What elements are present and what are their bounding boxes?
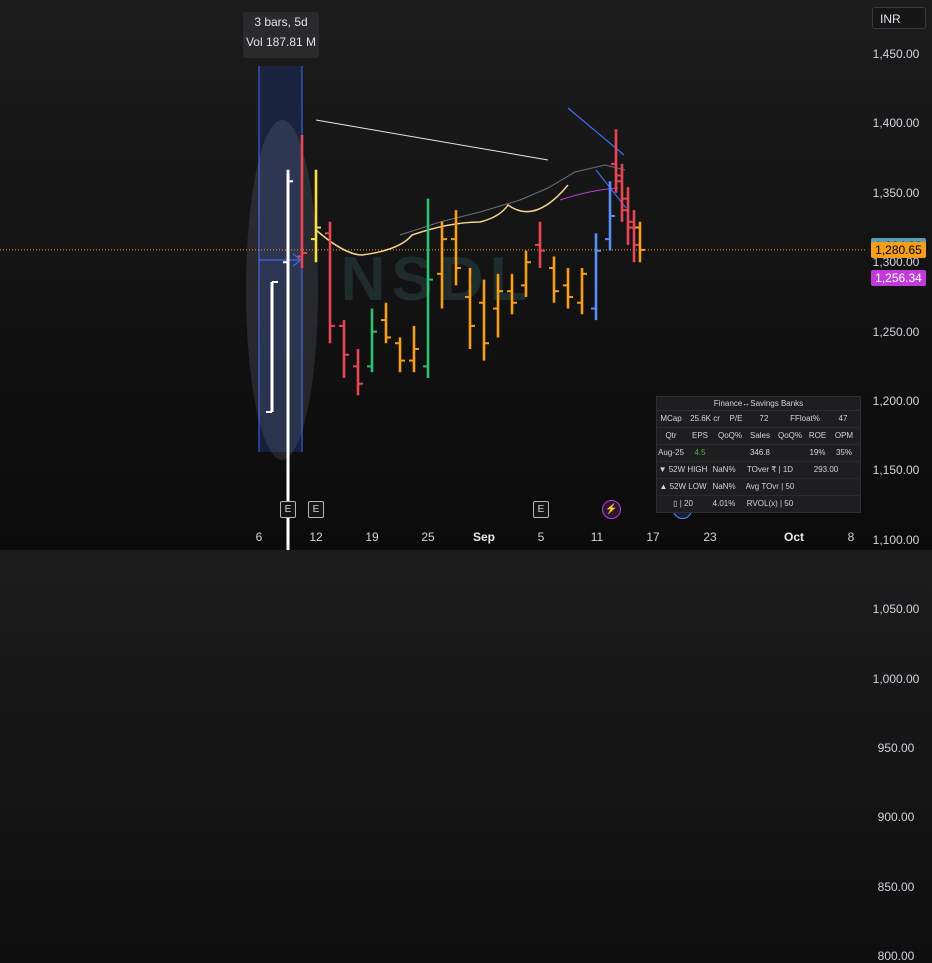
date-axis-label: Sep — [472, 530, 496, 544]
date-axis-label: 5 — [537, 530, 545, 544]
ohlc-bar[interactable] — [549, 256, 559, 303]
table-cell: 19% — [809, 448, 826, 457]
table-cell: QoQ% — [777, 431, 802, 440]
table-cell: 346.8 — [749, 448, 771, 457]
date-axis-label: Oct — [783, 530, 805, 544]
table-cell — [715, 445, 745, 461]
ohlc-bar[interactable] — [535, 221, 545, 269]
table-row: ▯ | 20 4.01% RVOL(x) | 50 — [657, 496, 860, 512]
table-cell: FFloat% — [790, 414, 820, 423]
date-axis-label: 11 — [590, 530, 604, 544]
bar-range-tooltip: 3 bars, 5d Vol 187.81 M — [243, 12, 319, 58]
ohlc-bar[interactable] — [367, 308, 377, 373]
split-event-icon[interactable]: ⚡ — [602, 500, 621, 519]
ohlc-bar[interactable] — [353, 349, 363, 396]
table-row: MCap 25.6K cr P/E 72 FFloat% 47 — [657, 411, 860, 428]
trendline-upper — [315, 119, 549, 161]
price-axis-label: 1,450.00 — [872, 47, 920, 61]
price-axis-label: 1,200.00 — [872, 394, 920, 408]
price-axis-label: 850.00 — [877, 879, 915, 894]
table-cell: ▯ | 20 — [673, 499, 693, 508]
price-axis-label: 1,150.00 — [872, 463, 920, 478]
ohlc-bar[interactable] — [395, 337, 405, 373]
table-cell: Aug-25 — [658, 448, 684, 457]
ohlc-bar[interactable] — [409, 325, 419, 373]
currency-selector[interactable]: INR — [872, 7, 926, 29]
moving-average-line — [399, 164, 626, 236]
table-cell: Sales — [749, 431, 770, 440]
date-axis-label: 25 — [421, 530, 435, 544]
table-cell — [775, 445, 805, 461]
table-cell: P/E — [729, 414, 743, 423]
earnings-event-icon[interactable]: E — [308, 501, 324, 518]
price-axis-label: 1,350.00 — [872, 185, 920, 200]
table-row: ▼ 52W HIGH NaN% TOver ₹ | 1D 293.00 — [657, 462, 860, 479]
table-cell: 72 — [759, 414, 769, 423]
tooltip-bars: 3 bars, 5d — [254, 15, 308, 29]
ohlc-bar[interactable] — [563, 268, 573, 309]
table-cell: NaN% — [712, 465, 736, 474]
table-cell: 293.00 — [813, 465, 839, 474]
highlight-ellipse — [246, 120, 318, 460]
ohlc-bar[interactable] — [325, 221, 335, 344]
price-axis-label: 800.00 — [877, 949, 915, 963]
price-tag: 1,280.65 — [871, 241, 926, 258]
price-axis-label: 1,000.00 — [872, 671, 920, 686]
price-tag: 1,256.34 — [871, 270, 926, 287]
table-cell: EPS — [691, 431, 708, 440]
ohlc-bar[interactable] — [629, 210, 639, 263]
ohlc-bar[interactable] — [339, 320, 349, 378]
ohlc-bar[interactable] — [623, 187, 633, 245]
fundamentals-table: Finance↔Savings Banks MCap 25.6K cr P/E … — [656, 396, 861, 513]
table-row: Qtr EPS QoQ% Sales QoQ% ROE OPM — [657, 428, 860, 445]
price-axis-label: 950.00 — [877, 741, 915, 755]
price-axis-label: 1,400.00 — [872, 116, 920, 131]
table-cell: QoQ% — [717, 431, 742, 440]
date-axis-label: 19 — [365, 530, 379, 544]
price-axis-label: 1,250.00 — [872, 324, 920, 339]
date-axis-label: 8 — [847, 530, 855, 544]
table-row: Aug-25 4.5 346.8 19% 35% — [657, 445, 860, 462]
table-cell: Avg TOvr | 50 — [745, 482, 795, 491]
table-cell: OPM — [834, 431, 854, 440]
price-axis-label: 1,100.00 — [872, 532, 920, 547]
table-cell: 47 — [838, 414, 848, 423]
date-axis-label: 17 — [646, 530, 660, 544]
ohlc-bar[interactable] — [591, 233, 601, 321]
table-cell: TOver ₹ | 1D — [746, 465, 794, 474]
earnings-event-icon[interactable]: E — [280, 501, 296, 518]
price-axis-label: 900.00 — [877, 810, 915, 825]
table-cell: 4.01% — [712, 499, 736, 508]
ohlc-bar[interactable] — [617, 163, 627, 222]
table-cell: ▲ 52W LOW — [659, 482, 707, 491]
table-row: ▲ 52W LOW NaN% Avg TOvr | 50 — [657, 479, 860, 496]
ohlc-bar[interactable] — [635, 221, 645, 263]
table-cell: 4.5 — [694, 448, 706, 457]
date-axis-label: 6 — [255, 530, 263, 544]
table-cell: 35% — [835, 448, 852, 457]
ohlc-bar[interactable] — [611, 129, 621, 193]
sector-title: Finance↔Savings Banks — [657, 397, 860, 411]
date-axis-label: 23 — [703, 530, 717, 544]
price-axis-label: 1,050.00 — [872, 602, 920, 617]
table-cell: Qtr — [665, 431, 677, 440]
table-cell: MCap — [660, 414, 682, 423]
date-axis-label: 12 — [309, 530, 323, 544]
table-cell: ROE — [808, 431, 827, 440]
earnings-event-icon[interactable]: E — [533, 501, 549, 518]
table-cell: NaN% — [712, 482, 736, 491]
table-cell: RVOL(x) | 50 — [746, 499, 794, 508]
tooltip-volume: Vol 187.81 M — [245, 35, 317, 49]
ohlc-bar[interactable] — [577, 268, 587, 315]
table-cell: 25.6K cr — [690, 414, 720, 423]
table-cell: ▼ 52W HIGH — [658, 465, 708, 474]
symbol-watermark: NSDL — [341, 245, 534, 314]
